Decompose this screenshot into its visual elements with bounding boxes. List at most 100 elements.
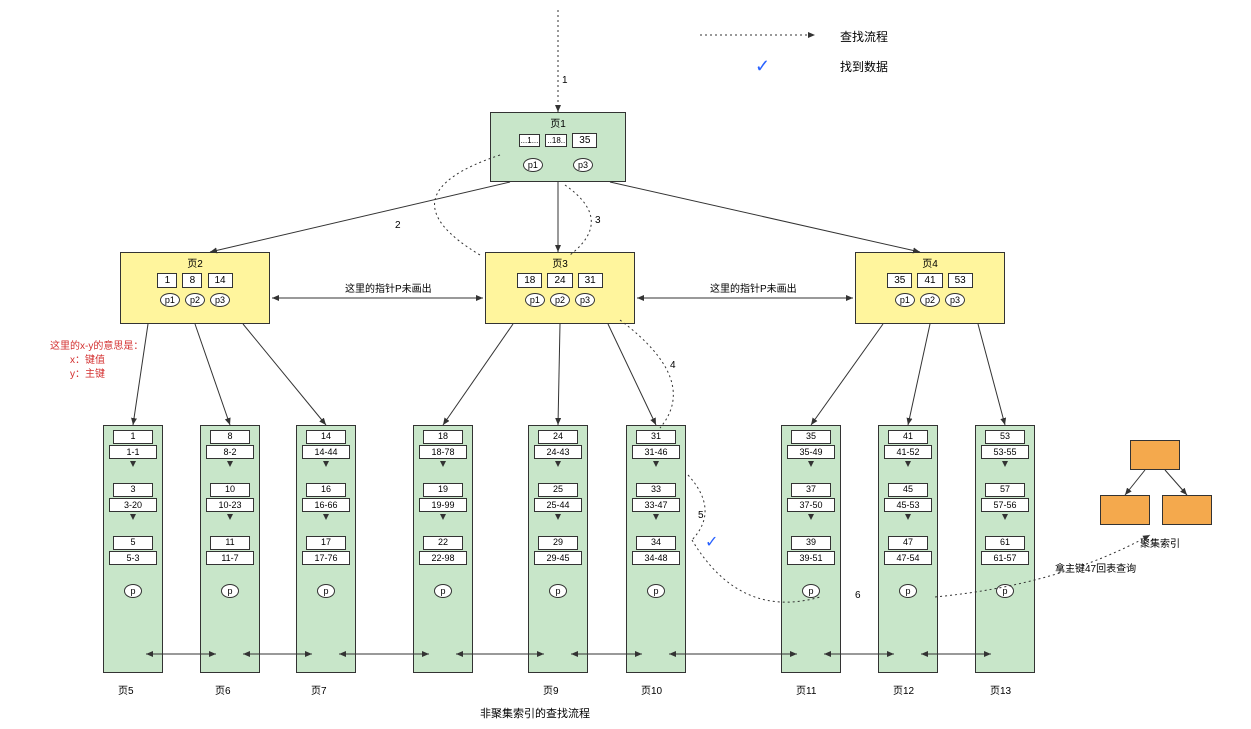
mid2-p0: p1 (895, 293, 915, 307)
leaf-4-key-1: 25 (538, 483, 578, 497)
arrow-down-icon (1002, 514, 1008, 520)
mid1-k0: 18 (517, 273, 542, 288)
leaf-6-val-1: 37-50 (787, 498, 835, 512)
leaf-label-8: 页13 (990, 682, 1011, 697)
step-3: 3 (595, 215, 601, 226)
leaf-3-ptr: p (434, 584, 452, 598)
leaf-2-val-2: 17-76 (302, 551, 350, 565)
step-5: 5 (698, 510, 704, 521)
leaf-0-val-2: 5-3 (109, 551, 157, 565)
mid-note-right: 这里的指针P未画出 (710, 280, 797, 295)
leaf-8-ptr: p (996, 584, 1014, 598)
leaf-页9: 2424-432525-442929-45p (528, 425, 588, 673)
arrow-down-icon (1002, 461, 1008, 467)
leaf-8-key-1: 57 (985, 483, 1025, 497)
leaf-label-6: 页11 (796, 682, 816, 697)
red-line2: x：键值 (50, 354, 143, 368)
leaf-页6: 88-21010-231111-7p (200, 425, 260, 673)
leaf-0-ptr: p (124, 584, 142, 598)
mid2-k0: 35 (887, 273, 912, 288)
leaf-0-key-1: 3 (113, 483, 153, 497)
leaf-5-key-2: 34 (636, 536, 676, 550)
node-page2-title: 页2 (121, 253, 269, 272)
leaf-4-key-0: 24 (538, 430, 578, 444)
leaf-2-val-0: 14-44 (302, 445, 350, 459)
leaf-3-val-2: 22-98 (419, 551, 467, 565)
leaf-1-key-2: 11 (210, 536, 250, 550)
arrow-down-icon (653, 461, 659, 467)
legend-check-icon: ✓ (755, 56, 770, 77)
mid1-k2: 31 (578, 273, 603, 288)
leaf-6-val-2: 39-51 (787, 551, 835, 565)
arrow-down-icon (905, 514, 911, 520)
leaf-label-0: 页5 (118, 682, 134, 697)
leaf-8-key-2: 61 (985, 536, 1025, 550)
leaf-4-val-1: 25-44 (534, 498, 582, 512)
mid2-k2: 53 (948, 273, 973, 288)
node-page2: 页2 1 8 14 p1 p2 p3 (120, 252, 270, 324)
leaf-5-ptr: p (647, 584, 665, 598)
leaf-6-key-0: 35 (791, 430, 831, 444)
leaf-2-ptr: p (317, 584, 335, 598)
arrow-down-icon (440, 514, 446, 520)
leaf-7-key-2: 47 (888, 536, 928, 550)
step-4: 4 (670, 360, 676, 371)
arrow-down-icon (323, 461, 329, 467)
cluster-child-left (1100, 495, 1150, 525)
leaf-页11: 3535-493737-503939-51p (781, 425, 841, 673)
leaf-2-val-1: 16-66 (302, 498, 350, 512)
leaf-7-val-0: 41-52 (884, 445, 932, 459)
mid1-p1: p2 (550, 293, 570, 307)
red-line3: y：主键 (50, 368, 143, 382)
root-key-0: ...1... (519, 134, 541, 147)
leaf-5-key-0: 31 (636, 430, 676, 444)
leaf-5-val-1: 33-47 (632, 498, 680, 512)
leaf-7-key-1: 45 (888, 483, 928, 497)
leaf-7-ptr: p (899, 584, 917, 598)
leaf-6-val-0: 35-49 (787, 445, 835, 459)
leaf-0-key-0: 1 (113, 430, 153, 444)
leaf-1-ptr: p (221, 584, 239, 598)
leaf-0-val-1: 3-20 (109, 498, 157, 512)
leaf-1-key-1: 10 (210, 483, 250, 497)
leaf-页13: 5353-555757-566161-57p (975, 425, 1035, 673)
node-page1: 页1 ...1... ..18.. 35 p1 p3 (490, 112, 626, 182)
cluster-root (1130, 440, 1180, 470)
leaf-页10: 3131-463333-473434-48p (626, 425, 686, 673)
leaf-2-key-0: 14 (306, 430, 346, 444)
mid1-p2: p3 (575, 293, 595, 307)
red-annotation: 这里的x-y的意思是： x：键值 y：主键 (50, 340, 143, 382)
leaf-0-key-2: 5 (113, 536, 153, 550)
leaf-4-val-0: 24-43 (534, 445, 582, 459)
leaf-7-val-2: 47-54 (884, 551, 932, 565)
node-page4-title: 页4 (856, 253, 1004, 272)
step-6: 6 (855, 590, 861, 601)
found-check-icon: ✓ (705, 532, 718, 552)
root-key-2: 35 (572, 133, 597, 148)
mid0-p0: p1 (160, 293, 180, 307)
mid1-p0: p1 (525, 293, 545, 307)
leaf-1-key-0: 8 (210, 430, 250, 444)
arrow-down-icon (653, 514, 659, 520)
arrow-down-icon (130, 514, 136, 520)
arrow-down-icon (555, 461, 561, 467)
leaf-2-key-1: 16 (306, 483, 346, 497)
mid0-k1: 8 (182, 273, 202, 288)
step-1: 1 (562, 75, 568, 86)
legend-flow: 查找流程 (840, 28, 888, 45)
leaf-8-val-2: 61-57 (981, 551, 1029, 565)
mid2-k1: 41 (917, 273, 942, 288)
leaf-3-val-0: 18-78 (419, 445, 467, 459)
caption: 非聚集索引的查找流程 (480, 705, 590, 721)
arrow-down-icon (808, 514, 814, 520)
leaf-4-key-2: 29 (538, 536, 578, 550)
leaf-页5: 11-133-2055-3p (103, 425, 163, 673)
leaf-label-7: 页12 (893, 682, 914, 697)
leaf-页12: 4141-524545-534747-54p (878, 425, 938, 673)
leaf-label-2: 页7 (311, 682, 327, 697)
mid1-k1: 24 (547, 273, 572, 288)
leaf-8-val-1: 57-56 (981, 498, 1029, 512)
leaf-5-val-2: 34-48 (632, 551, 680, 565)
arrow-down-icon (227, 461, 233, 467)
node-page3: 页3 18 24 31 p1 p2 p3 (485, 252, 635, 324)
